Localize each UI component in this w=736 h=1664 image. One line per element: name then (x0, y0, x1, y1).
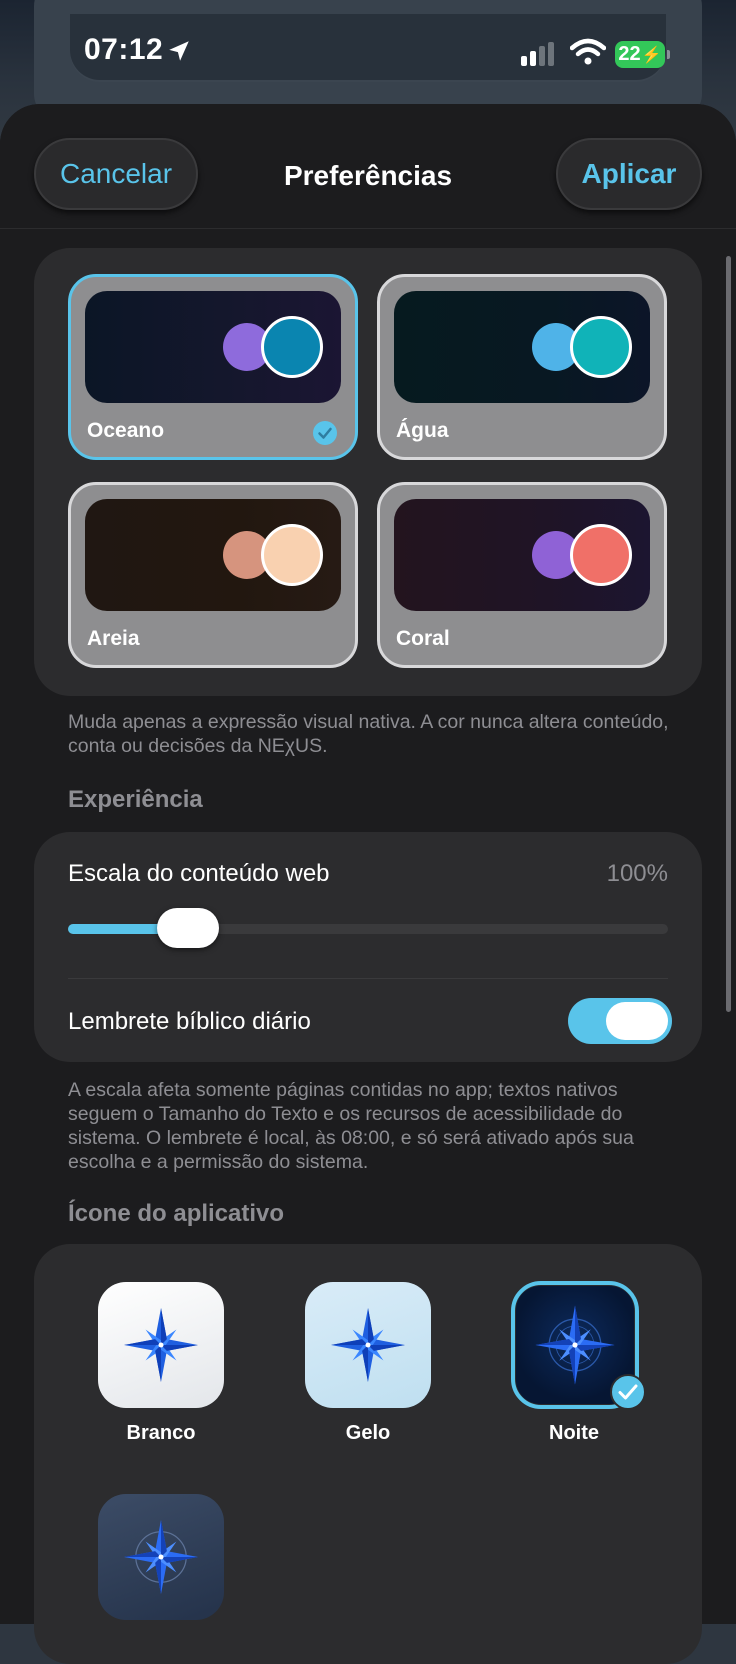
app-icon-label: Gelo (345, 1422, 391, 1444)
theme-label: Água (396, 419, 449, 442)
web-scale-value: 100% (606, 860, 668, 887)
theme-label: Coral (396, 627, 450, 650)
daily-reminder-label: Lembrete bíblico diário (68, 1008, 311, 1035)
daily-reminder-toggle[interactable] (568, 998, 672, 1044)
wifi-icon (570, 38, 606, 65)
checkmark-icon (313, 421, 337, 445)
toggle-knob (606, 1002, 668, 1040)
battery-indicator: 22 ⚡ (615, 41, 665, 68)
theme-primary-swatch (261, 316, 323, 378)
app-icon-card: Branco Gelo Noite (34, 1244, 702, 1664)
compass-star-icon (124, 1308, 198, 1382)
location-arrow-icon (169, 41, 189, 61)
compass-star-icon (535, 1305, 615, 1385)
theme-primary-swatch (570, 524, 632, 586)
theme-tile-agua[interactable]: Água (377, 274, 667, 460)
experience-card: Escala do conteúdo web 100% Lembrete bíb… (34, 832, 702, 1062)
theme-label: Oceano (87, 419, 165, 442)
themes-footnote: Muda apenas a expressão visual nativa. A… (68, 711, 669, 757)
apply-button[interactable]: Aplicar (556, 138, 702, 210)
cellular-signal-icon (521, 42, 554, 66)
scroll-indicator[interactable] (726, 256, 731, 1012)
checkmark-icon (610, 1374, 646, 1410)
theme-picker-card: Oceano Água Areia Coral (34, 248, 702, 696)
theme-tile-areia[interactable]: Areia (68, 482, 358, 668)
battery-level: 22 (618, 43, 641, 65)
web-scale-label: Escala do conteúdo web (68, 860, 330, 887)
theme-preview (85, 291, 341, 403)
app-icon-option-branco[interactable] (98, 1282, 224, 1408)
battery-nub (667, 50, 670, 59)
experience-section-title: Experiência (68, 786, 203, 813)
app-icon-label: Branco (126, 1422, 196, 1444)
theme-preview (85, 499, 341, 611)
theme-tile-coral[interactable]: Coral (377, 482, 667, 668)
theme-primary-swatch (570, 316, 632, 378)
app-icon-label: Noite (549, 1422, 599, 1444)
compass-star-icon (124, 1520, 198, 1594)
theme-preview (394, 499, 650, 611)
app-icon-section-title: Ícone do aplicativo (68, 1200, 285, 1227)
experience-footnote: A escala afeta somente páginas contidas … (68, 1079, 634, 1173)
theme-label: Areia (87, 627, 140, 650)
app-icon-option-gelo[interactable] (305, 1282, 431, 1408)
slider-thumb[interactable] (157, 908, 219, 948)
theme-primary-swatch (261, 524, 323, 586)
sheet-header: Cancelar Preferências Aplicar (0, 104, 736, 229)
status-bar: 07:12 22 ⚡ (0, 0, 736, 100)
status-time: 07:12 (84, 33, 164, 66)
app-icon-option-4[interactable] (98, 1494, 224, 1620)
row-divider (68, 978, 668, 979)
theme-tile-oceano[interactable]: Oceano (68, 274, 358, 460)
theme-preview (394, 291, 650, 403)
charging-bolt-icon: ⚡ (641, 46, 662, 64)
compass-star-icon (331, 1308, 405, 1382)
